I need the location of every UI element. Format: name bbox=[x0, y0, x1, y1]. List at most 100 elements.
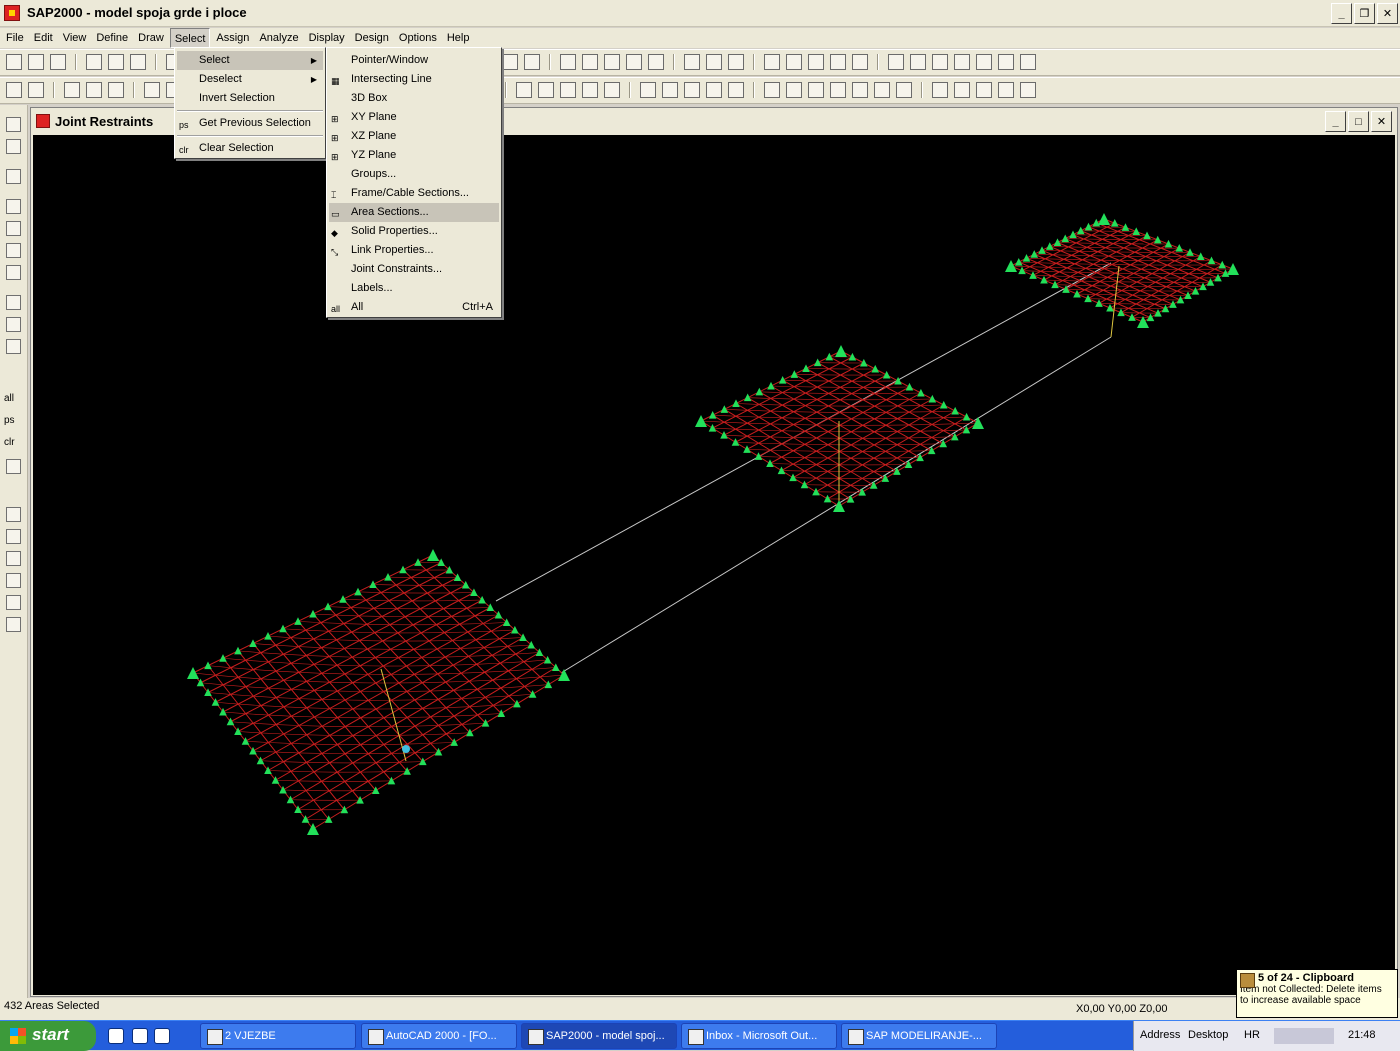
toolbar-tool-icon[interactable] bbox=[706, 54, 722, 70]
desktop-toolbar-label[interactable]: Desktop bbox=[1188, 1029, 1228, 1041]
restore-icon[interactable]: ❐ bbox=[1354, 3, 1375, 24]
toolbar-tool-icon[interactable] bbox=[130, 54, 146, 70]
toolbar-tool-icon[interactable] bbox=[728, 82, 744, 98]
clear-selection-icon[interactable]: clr bbox=[4, 437, 15, 448]
snap-fine-grid-icon[interactable] bbox=[6, 617, 21, 632]
toolbar-tool-icon[interactable] bbox=[786, 54, 802, 70]
menu-analyze[interactable]: Analyze bbox=[255, 28, 302, 48]
language-indicator[interactable]: HR bbox=[1244, 1029, 1260, 1041]
toolbar-tool-icon[interactable] bbox=[786, 82, 802, 98]
toolbar-tool-icon[interactable] bbox=[976, 54, 992, 70]
submenu-pointer-window[interactable]: Pointer/Window bbox=[329, 51, 499, 70]
menu-help[interactable]: Help bbox=[443, 28, 474, 48]
toolbar-tool-icon[interactable] bbox=[6, 54, 22, 70]
submenu-link-properties[interactable]: ⤡Link Properties... bbox=[329, 241, 499, 260]
toolbar-tool-icon[interactable] bbox=[1020, 82, 1036, 98]
snap-lines-icon[interactable] bbox=[6, 595, 21, 610]
menu-design[interactable]: Design bbox=[351, 28, 393, 48]
snap-intersections-icon[interactable] bbox=[6, 551, 21, 566]
draw-rect-area-icon[interactable] bbox=[6, 317, 21, 332]
task-sap2000[interactable]: SAP2000 - model spoj... bbox=[521, 1023, 677, 1049]
submenu-area-sections[interactable]: ▭Area Sections... bbox=[329, 203, 499, 222]
toolbar-tool-icon[interactable] bbox=[28, 82, 44, 98]
snap-midpoints-icon[interactable] bbox=[6, 529, 21, 544]
toolbar-tool-icon[interactable] bbox=[86, 54, 102, 70]
submenu-xy-plane[interactable]: ⊞XY Plane bbox=[329, 108, 499, 127]
toolbar-tool-icon[interactable] bbox=[560, 82, 576, 98]
reshape-icon[interactable] bbox=[6, 139, 21, 154]
toolbar-tool-icon[interactable] bbox=[830, 82, 846, 98]
toolbar-tool-icon[interactable] bbox=[684, 54, 700, 70]
toolbar-tool-icon[interactable] bbox=[662, 82, 678, 98]
quick-draw-area-icon[interactable] bbox=[6, 339, 21, 354]
draw-brace-icon[interactable] bbox=[6, 243, 21, 258]
menu-edit[interactable]: Edit bbox=[30, 28, 57, 48]
model-canvas[interactable] bbox=[33, 135, 1395, 995]
toolbar-tool-icon[interactable] bbox=[896, 82, 912, 98]
toolbar-tool-icon[interactable] bbox=[706, 82, 722, 98]
menu-item-invert-selection[interactable]: Invert Selection bbox=[177, 89, 323, 108]
toolbar-tool-icon[interactable] bbox=[604, 82, 620, 98]
task-autocad[interactable]: AutoCAD 2000 - [FO... bbox=[361, 1023, 517, 1049]
sap2000-logo-icon[interactable] bbox=[4, 5, 20, 21]
draw-joint-icon[interactable] bbox=[6, 169, 21, 184]
toolbar-tool-icon[interactable] bbox=[560, 54, 576, 70]
menu-item-clear-selection[interactable]: clrClear Selection bbox=[177, 139, 323, 158]
submenu-joint-constraints[interactable]: Joint Constraints... bbox=[329, 260, 499, 279]
toolbar-tool-icon[interactable] bbox=[852, 82, 868, 98]
select-all-icon[interactable]: all bbox=[4, 393, 14, 404]
toolbar-tool-icon[interactable] bbox=[852, 54, 868, 70]
clipboard-notification[interactable]: 5 of 24 - Clipboard Item not Collected: … bbox=[1236, 969, 1398, 1018]
tray-icons[interactable] bbox=[1274, 1028, 1334, 1044]
draw-section-cut-icon[interactable] bbox=[6, 265, 21, 280]
snap-perpendicular-icon[interactable] bbox=[6, 573, 21, 588]
submenu-all[interactable]: allAllCtrl+A bbox=[329, 298, 499, 317]
draw-poly-area-icon[interactable] bbox=[6, 295, 21, 310]
draw-frame-icon[interactable] bbox=[6, 199, 21, 214]
quick-draw-frame-icon[interactable] bbox=[6, 221, 21, 236]
menu-assign[interactable]: Assign bbox=[212, 28, 253, 48]
menu-select[interactable]: Select bbox=[170, 28, 211, 48]
menu-define[interactable]: Define bbox=[92, 28, 132, 48]
menu-options[interactable]: Options bbox=[395, 28, 441, 48]
address-toolbar-label[interactable]: Address bbox=[1140, 1029, 1180, 1041]
toolbar-tool-icon[interactable] bbox=[108, 54, 124, 70]
toolbar-tool-icon[interactable] bbox=[144, 82, 160, 98]
toolbar-tool-icon[interactable] bbox=[538, 82, 554, 98]
start-button[interactable]: start bbox=[0, 1021, 96, 1051]
toolbar-tool-icon[interactable] bbox=[6, 82, 22, 98]
show-desktop-icon[interactable] bbox=[108, 1028, 124, 1044]
toolbar-tool-icon[interactable] bbox=[932, 54, 948, 70]
toolbar-tool-icon[interactable] bbox=[1020, 54, 1036, 70]
menu-item-deselect[interactable]: Deselect▶ bbox=[177, 70, 323, 89]
toolbar-tool-icon[interactable] bbox=[874, 82, 890, 98]
menu-draw[interactable]: Draw bbox=[134, 28, 168, 48]
toolbar-tool-icon[interactable] bbox=[684, 82, 700, 98]
toolbar-tool-icon[interactable] bbox=[108, 82, 124, 98]
toolbar-tool-icon[interactable] bbox=[910, 54, 926, 70]
child-minimize-icon[interactable]: _ bbox=[1325, 111, 1346, 132]
submenu-frame-cable-sections[interactable]: ⌶Frame/Cable Sections... bbox=[329, 184, 499, 203]
toolbar-tool-icon[interactable] bbox=[954, 54, 970, 70]
toolbar-tool-icon[interactable] bbox=[932, 82, 948, 98]
toolbar-tool-icon[interactable] bbox=[502, 54, 518, 70]
toolbar-tool-icon[interactable] bbox=[954, 82, 970, 98]
pointer-icon[interactable] bbox=[6, 117, 21, 132]
submenu-intersecting-line[interactable]: ▦Intersecting Line bbox=[329, 70, 499, 89]
toolbar-tool-icon[interactable] bbox=[64, 82, 80, 98]
toolbar-tool-icon[interactable] bbox=[86, 82, 102, 98]
child-maximize-icon[interactable]: □ bbox=[1348, 111, 1369, 132]
menu-item-get-previous-selection[interactable]: psGet Previous Selection bbox=[177, 114, 323, 133]
toolbar-tool-icon[interactable] bbox=[648, 54, 664, 70]
submenu-labels[interactable]: Labels... bbox=[329, 279, 499, 298]
toolbar-tool-icon[interactable] bbox=[640, 82, 656, 98]
submenu-solid-properties[interactable]: ◆Solid Properties... bbox=[329, 222, 499, 241]
toolbar-tool-icon[interactable] bbox=[604, 54, 620, 70]
toolbar-tool-icon[interactable] bbox=[582, 54, 598, 70]
toolbar-tool-icon[interactable] bbox=[998, 82, 1014, 98]
toolbar-tool-icon[interactable] bbox=[524, 54, 540, 70]
child-close-icon[interactable]: ✕ bbox=[1371, 111, 1392, 132]
internet-explorer-icon[interactable] bbox=[132, 1028, 148, 1044]
snap-joints-icon[interactable] bbox=[6, 507, 21, 522]
task-2-vjezbe[interactable]: 2 VJEZBE bbox=[200, 1023, 356, 1049]
